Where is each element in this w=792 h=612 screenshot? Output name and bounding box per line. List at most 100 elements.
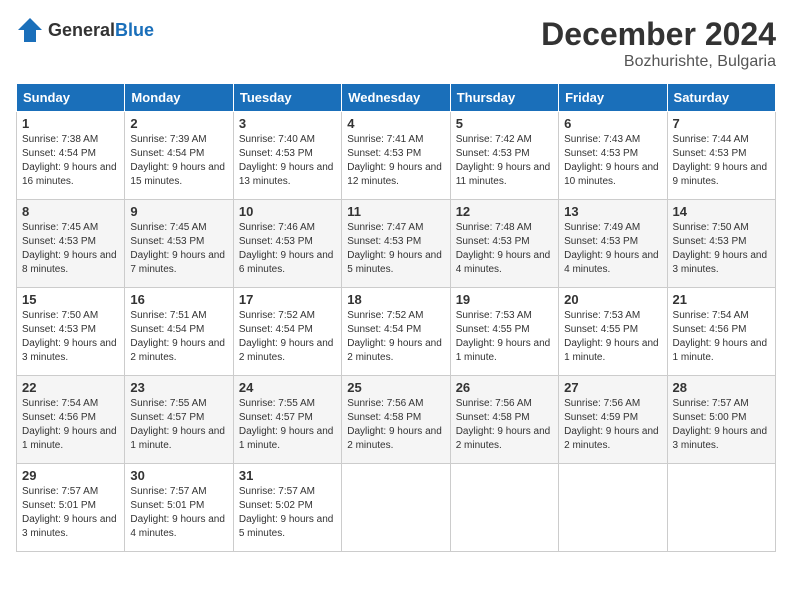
- day-cell-15: 15 Sunrise: 7:50 AMSunset: 4:53 PMDayligh…: [17, 288, 125, 376]
- day-number: 18: [347, 292, 444, 307]
- day-number: 21: [673, 292, 770, 307]
- location-title: Bozhurishte, Bulgaria: [541, 53, 776, 71]
- day-cell-29: 29 Sunrise: 7:57 AMSunset: 5:01 PMDayligh…: [17, 464, 125, 552]
- day-number: 30: [130, 468, 227, 483]
- day-cell-25: 25 Sunrise: 7:56 AMSunset: 4:58 PMDayligh…: [342, 376, 450, 464]
- weekday-header-row: Sunday Monday Tuesday Wednesday Thursday…: [17, 84, 776, 112]
- day-number: 14: [673, 204, 770, 219]
- empty-cell: [559, 464, 667, 552]
- day-info: Sunrise: 7:52 AMSunset: 4:54 PMDaylight:…: [347, 309, 444, 365]
- day-number: 12: [456, 204, 553, 219]
- calendar-week-row: 1Sunrise: 7:38 AMSunset: 4:54 PMDaylight…: [17, 112, 776, 200]
- day-cell-3: 3 Sunrise: 7:40 AMSunset: 4:53 PMDaylight…: [233, 112, 341, 200]
- logo-general: General: [48, 20, 115, 40]
- day-cell-8: 8Sunrise: 7:45 AMSunset: 4:53 PMDaylight…: [17, 200, 125, 288]
- day-info: Sunrise: 7:40 AMSunset: 4:53 PMDaylight:…: [239, 133, 336, 189]
- header-thursday: Thursday: [450, 84, 558, 112]
- day-info: Sunrise: 7:53 AMSunset: 4:55 PMDaylight:…: [564, 309, 661, 365]
- empty-cell: [342, 464, 450, 552]
- day-cell-9: 9Sunrise: 7:45 AMSunset: 4:53 PMDaylight…: [125, 200, 233, 288]
- day-number: 10: [239, 204, 336, 219]
- day-cell-6: 6 Sunrise: 7:43 AMSunset: 4:53 PMDaylight…: [559, 112, 667, 200]
- day-cell-12: 12 Sunrise: 7:48 AMSunset: 4:53 PMDayligh…: [450, 200, 558, 288]
- day-info: Sunrise: 7:45 AMSunset: 4:53 PMDaylight:…: [130, 221, 227, 277]
- day-number: 20: [564, 292, 661, 307]
- month-title: December 2024: [541, 16, 776, 53]
- calendar-week-row: 8 Sunrise: 7:45 AMSunset: 4:53 PMDaylight…: [17, 200, 776, 288]
- day-cell-22: 22Sunrise: 7:54 AMSunset: 4:56 PMDayligh…: [17, 376, 125, 464]
- day-info: Sunrise: 7:47 AMSunset: 4:53 PMDaylight:…: [347, 221, 444, 277]
- day-cell-19: 19Sunrise: 7:53 AMSunset: 4:55 PMDayligh…: [450, 288, 558, 376]
- day-info: Sunrise: 7:57 AMSunset: 5:02 PMDaylight:…: [239, 485, 336, 541]
- day-info: Sunrise: 7:55 AMSunset: 4:57 PMDaylight:…: [130, 397, 227, 453]
- day-number: 7: [673, 116, 770, 131]
- day-cell-24: 24 Sunrise: 7:55 AMSunset: 4:57 PMDayligh…: [233, 376, 341, 464]
- day-info: Sunrise: 7:54 AMSunset: 4:56 PMDaylight:…: [673, 309, 770, 365]
- day-number: 6: [564, 116, 661, 131]
- day-number: 16: [130, 292, 227, 307]
- day-number: 5: [456, 116, 553, 131]
- day-cell-5: 5 Sunrise: 7:42 AMSunset: 4:53 PMDaylight…: [450, 112, 558, 200]
- day-info: Sunrise: 7:57 AMSunset: 5:01 PMDaylight:…: [130, 485, 227, 541]
- day-info: Sunrise: 7:46 AMSunset: 4:53 PMDaylight:…: [239, 221, 336, 277]
- day-info: Sunrise: 7:56 AMSunset: 4:58 PMDaylight:…: [456, 397, 553, 453]
- header-monday: Monday: [125, 84, 233, 112]
- day-info: Sunrise: 7:57 AMSunset: 5:01 PMDaylight:…: [22, 485, 119, 541]
- day-info: Sunrise: 7:44 AMSunset: 4:53 PMDaylight:…: [673, 133, 770, 189]
- day-cell-16: 16 Sunrise: 7:51 AMSunset: 4:54 PMDayligh…: [125, 288, 233, 376]
- day-cell-20: 20 Sunrise: 7:53 AMSunset: 4:55 PMDayligh…: [559, 288, 667, 376]
- day-info: Sunrise: 7:56 AMSunset: 4:59 PMDaylight:…: [564, 397, 661, 453]
- day-number: 25: [347, 380, 444, 395]
- day-info: Sunrise: 7:43 AMSunset: 4:53 PMDaylight:…: [564, 133, 661, 189]
- day-info: Sunrise: 7:51 AMSunset: 4:54 PMDaylight:…: [130, 309, 227, 365]
- header-wednesday: Wednesday: [342, 84, 450, 112]
- day-cell-10: 10 Sunrise: 7:46 AMSunset: 4:53 PMDayligh…: [233, 200, 341, 288]
- day-number: 4: [347, 116, 444, 131]
- header-tuesday: Tuesday: [233, 84, 341, 112]
- empty-cell: [450, 464, 558, 552]
- day-cell-21: 21 Sunrise: 7:54 AMSunset: 4:56 PMDayligh…: [667, 288, 775, 376]
- day-number: 26: [456, 380, 553, 395]
- page-header: GeneralBlue December 2024 Bozhurishte, B…: [16, 16, 776, 71]
- calendar-week-row: 29 Sunrise: 7:57 AMSunset: 5:01 PMDayligh…: [17, 464, 776, 552]
- day-info: Sunrise: 7:56 AMSunset: 4:58 PMDaylight:…: [347, 397, 444, 453]
- header-friday: Friday: [559, 84, 667, 112]
- day-info: Sunrise: 7:38 AMSunset: 4:54 PMDaylight:…: [22, 133, 119, 189]
- day-cell-14: 14 Sunrise: 7:50 AMSunset: 4:53 PMDayligh…: [667, 200, 775, 288]
- day-cell-26: 26 Sunrise: 7:56 AMSunset: 4:58 PMDayligh…: [450, 376, 558, 464]
- day-number: 22: [22, 380, 119, 395]
- day-info: Sunrise: 7:50 AMSunset: 4:53 PMDaylight:…: [22, 309, 119, 365]
- logo-blue: Blue: [115, 20, 154, 40]
- day-cell-23: 23 Sunrise: 7:55 AMSunset: 4:57 PMDayligh…: [125, 376, 233, 464]
- day-number: 8: [22, 204, 119, 219]
- day-info: Sunrise: 7:42 AMSunset: 4:53 PMDaylight:…: [456, 133, 553, 189]
- day-number: 23: [130, 380, 227, 395]
- day-info: Sunrise: 7:52 AMSunset: 4:54 PMDaylight:…: [239, 309, 336, 365]
- day-number: 15: [22, 292, 119, 307]
- day-number: 3: [239, 116, 336, 131]
- day-cell-30: 30 Sunrise: 7:57 AMSunset: 5:01 PMDayligh…: [125, 464, 233, 552]
- day-number: 31: [239, 468, 336, 483]
- day-info: Sunrise: 7:48 AMSunset: 4:53 PMDaylight:…: [456, 221, 553, 277]
- day-number: 27: [564, 380, 661, 395]
- day-cell-2: 2Sunrise: 7:39 AMSunset: 4:54 PMDaylight…: [125, 112, 233, 200]
- day-cell-17: 17 Sunrise: 7:52 AMSunset: 4:54 PMDayligh…: [233, 288, 341, 376]
- day-cell-11: 11 Sunrise: 7:47 AMSunset: 4:53 PMDayligh…: [342, 200, 450, 288]
- title-block: December 2024 Bozhurishte, Bulgaria: [541, 16, 776, 71]
- day-info: Sunrise: 7:55 AMSunset: 4:57 PMDaylight:…: [239, 397, 336, 453]
- day-number: 11: [347, 204, 444, 219]
- day-info: Sunrise: 7:53 AMSunset: 4:55 PMDaylight:…: [456, 309, 553, 365]
- day-number: 24: [239, 380, 336, 395]
- day-info: Sunrise: 7:39 AMSunset: 4:54 PMDaylight:…: [130, 133, 227, 189]
- empty-cell: [667, 464, 775, 552]
- day-cell-18: 18 Sunrise: 7:52 AMSunset: 4:54 PMDayligh…: [342, 288, 450, 376]
- header-saturday: Saturday: [667, 84, 775, 112]
- calendar-week-row: 22Sunrise: 7:54 AMSunset: 4:56 PMDayligh…: [17, 376, 776, 464]
- calendar-table: Sunday Monday Tuesday Wednesday Thursday…: [16, 83, 776, 552]
- day-info: Sunrise: 7:50 AMSunset: 4:53 PMDaylight:…: [673, 221, 770, 277]
- logo-icon: [16, 16, 44, 44]
- day-number: 13: [564, 204, 661, 219]
- day-number: 29: [22, 468, 119, 483]
- day-number: 17: [239, 292, 336, 307]
- day-cell-31: 31 Sunrise: 7:57 AMSunset: 5:02 PMDayligh…: [233, 464, 341, 552]
